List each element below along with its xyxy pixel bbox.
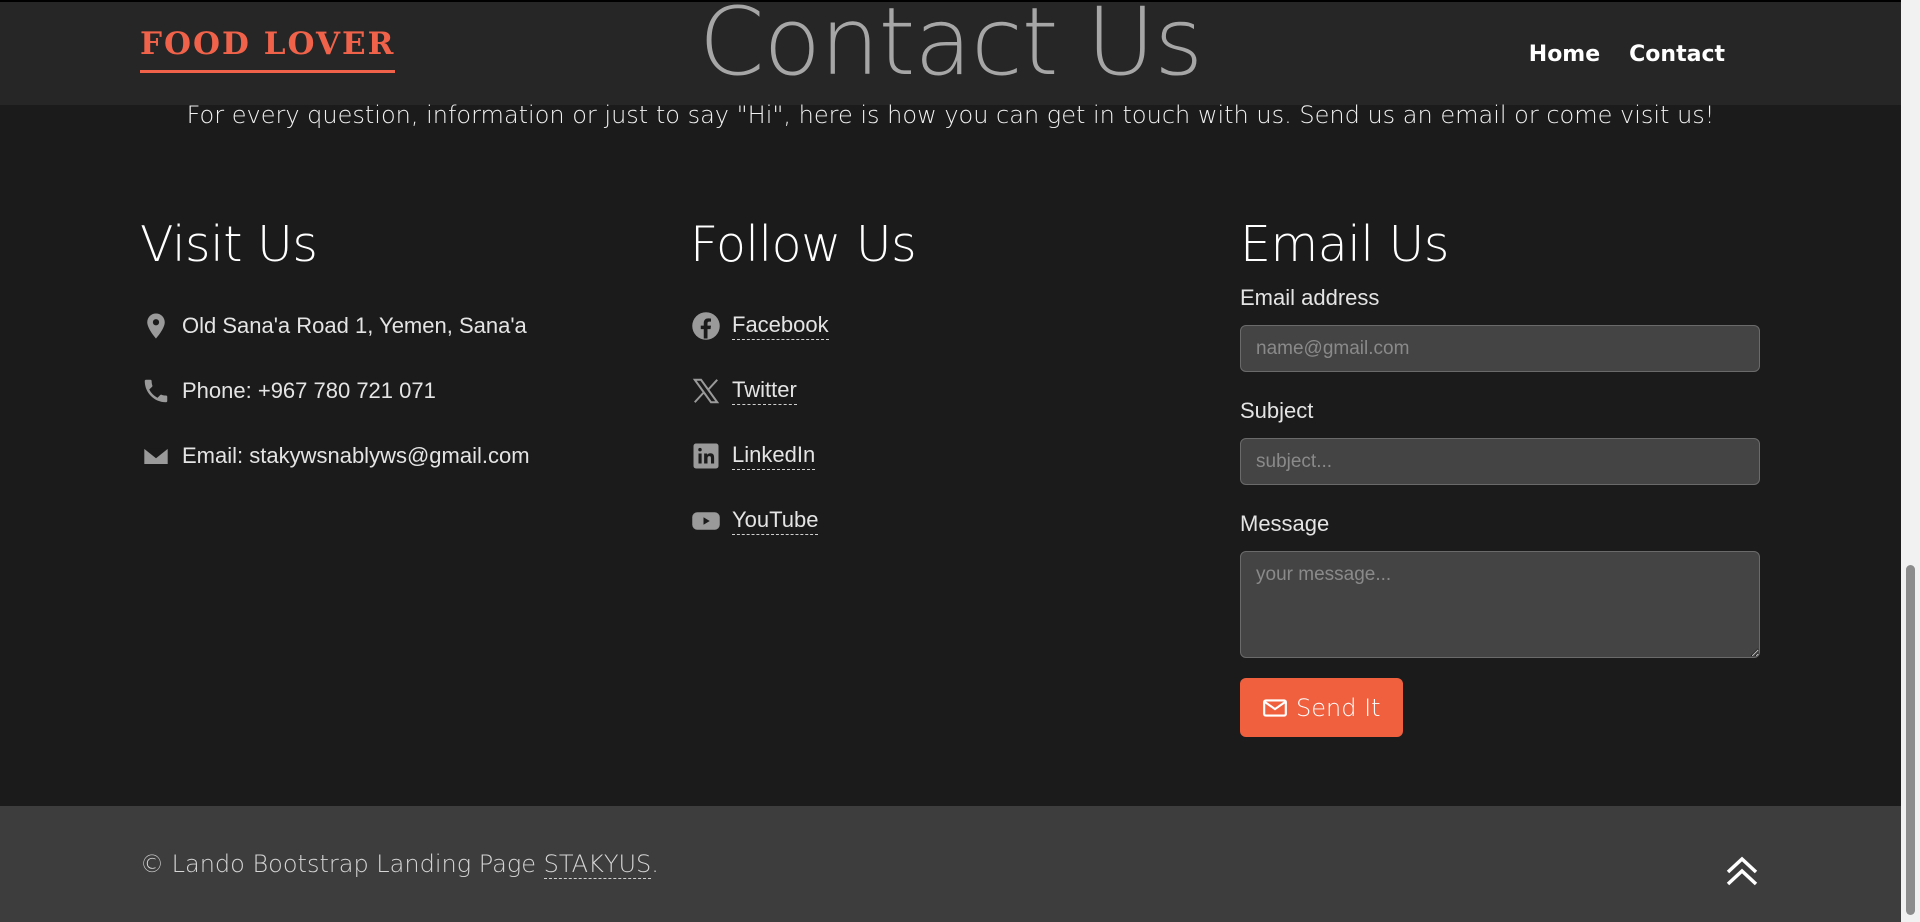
email-text: Email: stakywsnablyws@gmail.com <box>182 442 530 468</box>
youtube-link[interactable]: YouTube <box>732 507 819 535</box>
message-label: Message <box>1240 511 1330 536</box>
email-field[interactable] <box>1240 325 1760 372</box>
copyright-suffix: . <box>651 850 659 878</box>
follow-section: Follow Us Facebook Twitter LinkedIn YouT… <box>690 216 1210 553</box>
double-chevron-up-icon <box>1726 856 1758 886</box>
author-link[interactable]: STAKYUS <box>543 850 652 879</box>
linkedin-icon <box>690 440 722 472</box>
send-button[interactable]: Send It <box>1240 678 1403 737</box>
email-label: Email address <box>1240 285 1380 310</box>
phone-text: Phone: +967 780 721 071 <box>182 377 436 403</box>
address-text: Old Sana'a Road 1, Yemen, Sana'a <box>182 312 527 338</box>
copyright-text: © Lando Bootstrap Landing Page STAKYUS. <box>140 850 659 879</box>
x-twitter-icon <box>690 375 722 407</box>
follow-heading: Follow Us <box>690 216 917 273</box>
message-field[interactable] <box>1240 551 1760 658</box>
site-footer: © Lando Bootstrap Landing Page STAKYUS. <box>0 806 1901 922</box>
back-to-top-button[interactable] <box>1722 850 1762 890</box>
map-pin-icon <box>140 310 172 342</box>
copyright-label: © Lando Bootstrap Landing Page <box>140 850 544 878</box>
intro-text: For every question, information or just … <box>186 101 1715 129</box>
envelope-icon <box>1263 698 1287 717</box>
scrollbar-thumb[interactable] <box>1906 565 1915 915</box>
social-youtube: YouTube <box>690 488 1210 553</box>
facebook-link[interactable]: Facebook <box>732 312 829 340</box>
send-button-label: Send It <box>1296 693 1381 722</box>
email-section: Email Us Email address Subject Message S… <box>1240 216 1760 737</box>
email-heading: Email Us <box>1240 216 1449 273</box>
facebook-icon <box>690 310 722 342</box>
social-facebook: Facebook <box>690 293 1210 358</box>
page-scrollbar[interactable] <box>1901 0 1920 922</box>
subject-label: Subject <box>1240 398 1314 423</box>
linkedin-link[interactable]: LinkedIn <box>732 442 816 470</box>
visit-heading: Visit Us <box>140 216 318 273</box>
envelope-icon <box>140 440 172 472</box>
youtube-icon <box>690 505 722 537</box>
phone-row: Phone: +967 780 721 071 <box>140 358 660 423</box>
visit-section: Visit Us Old Sana'a Road 1, Yemen, Sana'… <box>140 216 660 488</box>
subject-field[interactable] <box>1240 438 1760 485</box>
page-title: Contact Us <box>698 0 1203 97</box>
email-row: Email: stakywsnablyws@gmail.com <box>140 423 660 488</box>
address-row: Old Sana'a Road 1, Yemen, Sana'a <box>140 293 660 358</box>
twitter-link[interactable]: Twitter <box>732 377 797 405</box>
social-linkedin: LinkedIn <box>690 423 1210 488</box>
social-twitter: Twitter <box>690 358 1210 423</box>
phone-icon <box>140 375 172 407</box>
